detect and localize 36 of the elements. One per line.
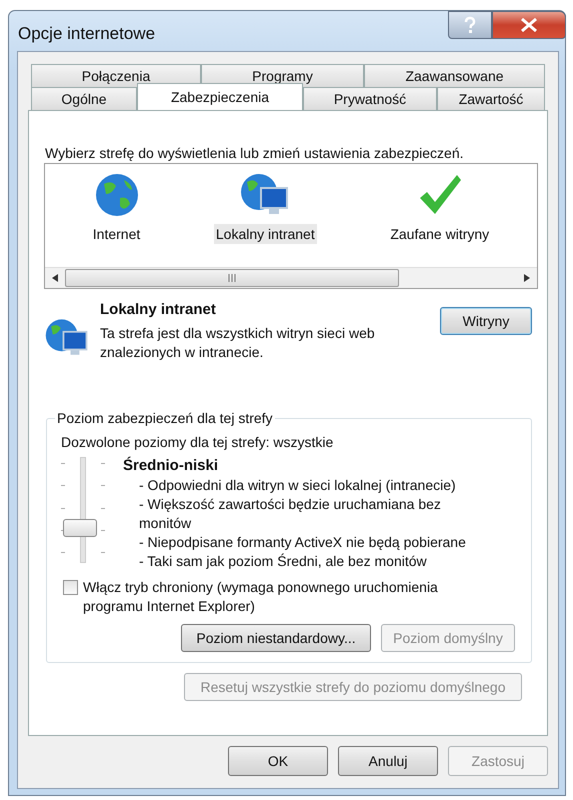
zone-description: Ta strefa jest dla wszystkich witryn sieci web znalezionych w intranecie. [100,324,376,362]
tab[interactable]: Prywatność [303,87,437,110]
level-button[interactable]: Poziom niestandardowy... [181,624,371,652]
close-button[interactable] [492,11,566,39]
tab[interactable]: Ogólne [31,87,137,110]
sites-button[interactable]: Witryny [440,307,532,335]
horizontal-scrollbar[interactable] [45,267,537,288]
zone-item[interactable]: Internet [90,224,142,244]
group-legend: Poziom zabezpieczeń dla tej strefy [55,410,275,426]
zone-title: Lokalny intranet [100,301,217,318]
level-description-line: - Odpowiedni dla witryn w sieci lokalnej (intranecie) [138,476,457,495]
dialog-button[interactable]: OK [228,746,328,776]
tab[interactable]: Połączenia [31,64,201,87]
help-button[interactable] [448,11,492,39]
zone-item[interactable]: Zaufane witryny [388,224,492,244]
zone-prompt: Wybierz strefę do wyświetlenia lub zmień ustawienia zabezpieczeń. [45,145,465,161]
checkbox-label: Włącz tryb chroniony (wymaga ponownego uruchomienia programu Internet Explorer) [83,578,439,616]
window-title: Opcje internetowe [18,24,156,44]
left-arrow-icon [52,274,58,282]
close-icon [520,18,538,32]
allowed-levels-text: Dozwolone poziomy dla tej strefy: wszystkie [61,434,334,450]
zone-item[interactable]: Lokalny intranet [214,224,317,244]
level-description-line: - Większość zawartości będzie uruchamiana bez monitów [138,495,442,533]
checkbox[interactable] [63,580,78,595]
tab[interactable]: Zawartość [437,87,545,110]
level-name: Średnio-niski [123,457,220,474]
level-description-line: - Niepodpisane formanty ActiveX nie będą pobierane [138,533,467,552]
tab[interactable]: Zabezpieczenia [137,83,303,110]
right-arrow-icon [524,274,530,282]
security-slider[interactable] [61,457,105,561]
grip-icon [228,274,236,282]
globe-icon [94,172,140,218]
level-description-line: - Taki sam jak poziom Średni, ale bez monitów [138,552,428,571]
tab[interactable]: Zaawansowane [364,64,545,87]
dialog-button[interactable]: Anuluj [338,746,438,776]
question-mark-icon [463,16,477,34]
